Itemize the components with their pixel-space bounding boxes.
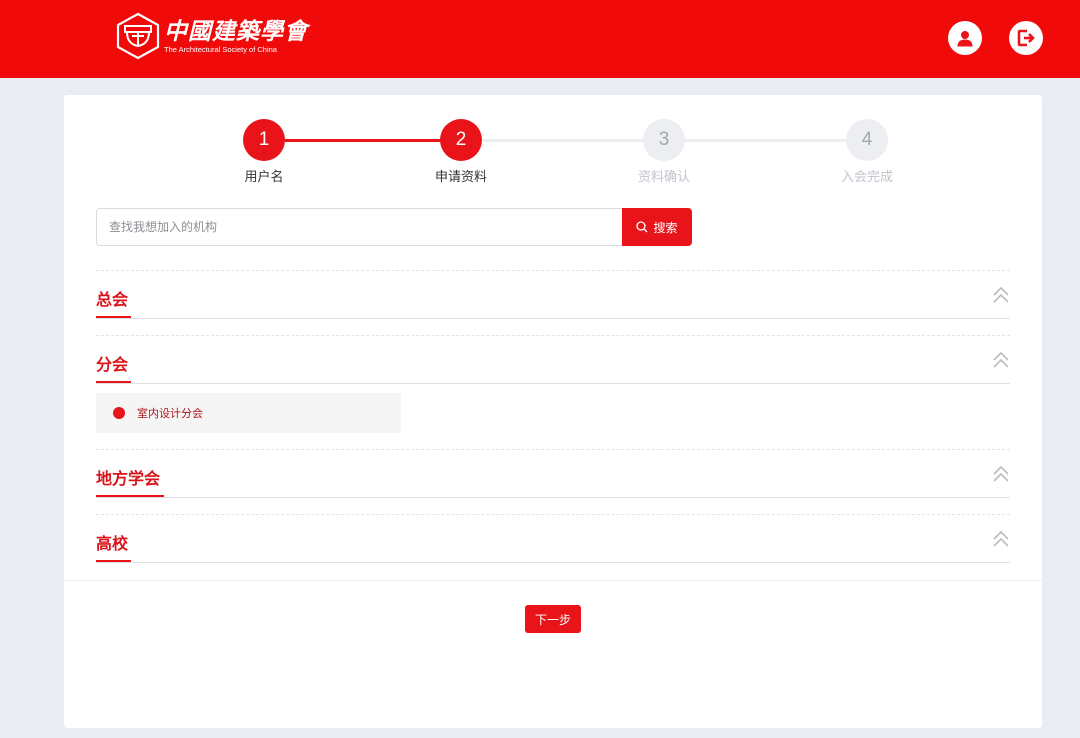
section-title-branches[interactable]: 分会 bbox=[96, 351, 128, 375]
organization-search-input[interactable] bbox=[97, 209, 622, 245]
user-profile-button[interactable] bbox=[948, 21, 982, 55]
chevron-double-up-icon[interactable] bbox=[992, 286, 1010, 304]
section-divider bbox=[96, 335, 1010, 336]
search-button[interactable]: 搜索 bbox=[622, 208, 692, 246]
society-logo[interactable]: 中國建築學會 The Architectural Society of Chin… bbox=[114, 12, 308, 60]
branch-option-label: 室内设计分会 bbox=[137, 407, 203, 420]
search-button-label: 搜索 bbox=[653, 220, 678, 235]
next-step-button[interactable]: 下一步 bbox=[525, 605, 581, 633]
selected-dot-icon bbox=[113, 407, 125, 419]
progress-steps: 1 2 3 4 用户名 申请资料 资料确认 入会完成 bbox=[64, 95, 1042, 195]
section-divider bbox=[96, 514, 1010, 515]
application-card: 1 2 3 4 用户名 申请资料 资料确认 入会完成 搜索 总会 分会 bbox=[64, 95, 1042, 728]
section-title-headquarters[interactable]: 总会 bbox=[96, 286, 128, 310]
step-2-label: 申请资料 bbox=[434, 170, 487, 185]
step-1-label: 用户名 bbox=[244, 170, 284, 185]
section-title-local-societies[interactable]: 地方学会 bbox=[96, 465, 160, 489]
step-3-label: 资料确认 bbox=[637, 170, 690, 185]
logout-button[interactable] bbox=[1009, 21, 1043, 55]
step-2-circle: 2 bbox=[440, 119, 482, 161]
logo-text: 中國建築學會 The Architectural Society of Chin… bbox=[164, 17, 308, 54]
top-header: 中國建築學會 The Architectural Society of Chin… bbox=[0, 0, 1080, 78]
chevron-double-up-icon[interactable] bbox=[992, 465, 1010, 483]
branch-option-interior-design[interactable]: 室内设计分会 bbox=[96, 393, 401, 433]
step-connector-3-4 bbox=[664, 139, 867, 142]
step-4-circle: 4 bbox=[846, 119, 888, 161]
section-baseline bbox=[96, 497, 1010, 498]
section-baseline bbox=[96, 318, 1010, 319]
chevron-double-up-icon[interactable] bbox=[992, 530, 1010, 548]
user-icon bbox=[957, 31, 973, 47]
organization-search: 搜索 bbox=[96, 208, 692, 246]
step-connector-1-2 bbox=[285, 139, 461, 142]
society-emblem-icon bbox=[116, 12, 160, 60]
step-1-circle: 1 bbox=[243, 119, 285, 161]
section-baseline bbox=[96, 562, 1010, 563]
footer-divider bbox=[64, 580, 1042, 581]
search-icon bbox=[636, 221, 648, 233]
logo-name-en: The Architectural Society of China bbox=[164, 44, 277, 54]
chevron-double-up-icon[interactable] bbox=[992, 351, 1010, 369]
section-divider bbox=[96, 270, 1010, 271]
section-title-universities[interactable]: 高校 bbox=[96, 530, 128, 554]
step-4-label: 入会完成 bbox=[840, 170, 893, 185]
logo-name-cn: 中國建築學會 bbox=[164, 17, 308, 45]
section-baseline bbox=[96, 383, 1010, 384]
logout-icon bbox=[1017, 29, 1035, 47]
step-3-circle: 3 bbox=[643, 119, 685, 161]
step-connector-2-3 bbox=[483, 139, 664, 142]
section-divider bbox=[96, 449, 1010, 450]
